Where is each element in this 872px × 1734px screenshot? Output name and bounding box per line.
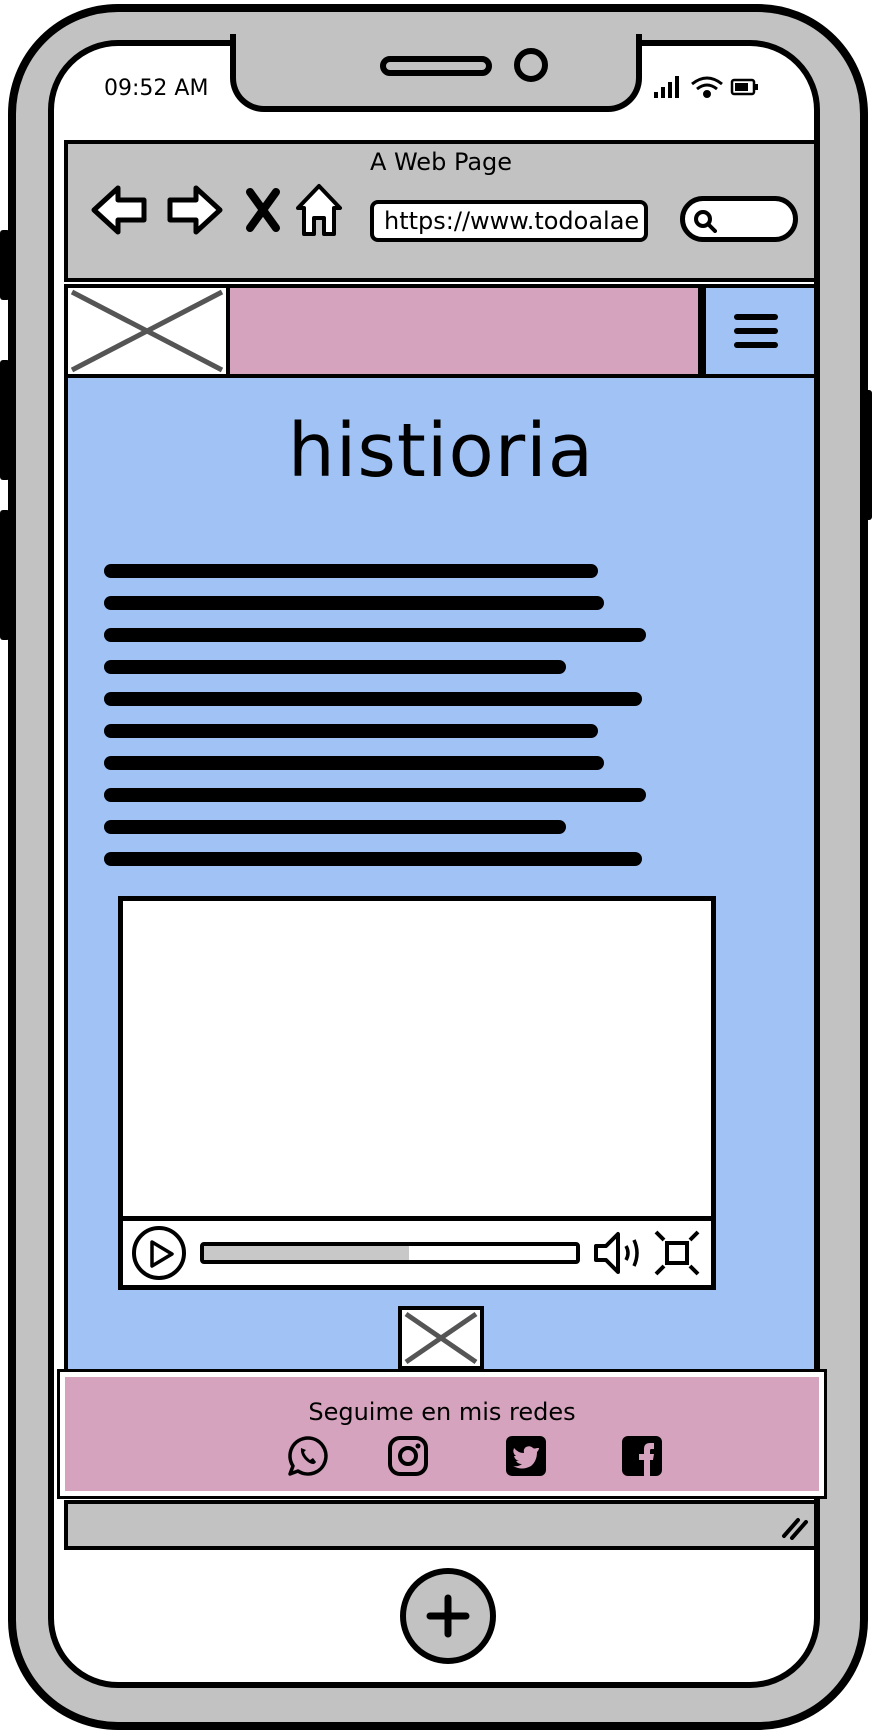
placeholder-text-line bbox=[104, 756, 604, 770]
earpiece-speaker bbox=[380, 56, 492, 76]
hamburger-menu-icon bbox=[734, 314, 778, 320]
status-icons bbox=[654, 76, 758, 98]
image-placeholder-icon bbox=[404, 1311, 478, 1365]
placeholder-text-line bbox=[104, 564, 598, 578]
plus-icon bbox=[426, 1594, 470, 1638]
play-icon bbox=[150, 1240, 174, 1268]
small-image-placeholder bbox=[398, 1306, 484, 1370]
browser-page-title: A Web Page bbox=[369, 148, 513, 176]
close-icon[interactable] bbox=[244, 182, 282, 238]
play-button[interactable] bbox=[132, 1226, 186, 1280]
volume-down-button bbox=[0, 510, 10, 640]
placeholder-text-line bbox=[104, 596, 604, 610]
placeholder-text-line bbox=[104, 628, 646, 642]
power-button bbox=[862, 390, 872, 520]
home-icon[interactable] bbox=[294, 182, 344, 238]
placeholder-text-line bbox=[104, 660, 566, 674]
placeholder-text-line bbox=[104, 724, 598, 738]
facebook-icon[interactable] bbox=[620, 1434, 664, 1478]
header-banner bbox=[230, 284, 702, 378]
browser-search-input[interactable] bbox=[680, 196, 798, 242]
hamburger-line bbox=[734, 342, 778, 348]
hamburger-line bbox=[734, 328, 778, 334]
volume-up-button bbox=[0, 360, 10, 480]
twitter-icon[interactable] bbox=[504, 1434, 548, 1478]
signal-icon bbox=[654, 76, 679, 98]
placeholder-text-line bbox=[104, 788, 646, 802]
placeholder-text-line bbox=[104, 820, 566, 834]
whatsapp-icon[interactable] bbox=[286, 1434, 330, 1478]
video-progress-fill bbox=[204, 1246, 409, 1260]
battery-icon bbox=[730, 78, 758, 96]
front-camera bbox=[514, 48, 548, 82]
resize-grip-icon[interactable] bbox=[780, 1514, 810, 1540]
footer-label: Seguime en mis redes bbox=[308, 1398, 576, 1426]
video-progress-bar[interactable] bbox=[200, 1242, 580, 1264]
placeholder-text-line bbox=[104, 852, 642, 866]
forward-arrow-icon[interactable] bbox=[164, 182, 224, 238]
device-home-button[interactable] bbox=[400, 1568, 496, 1664]
site-footer bbox=[57, 1369, 827, 1499]
site-logo-placeholder[interactable] bbox=[64, 284, 230, 378]
search-icon bbox=[694, 210, 717, 233]
placeholder-text-line bbox=[104, 692, 642, 706]
page-heading: histioria bbox=[287, 408, 595, 494]
volume-icon[interactable] bbox=[592, 1230, 644, 1276]
instagram-icon[interactable] bbox=[386, 1434, 430, 1478]
wifi-icon bbox=[691, 76, 723, 98]
back-arrow-icon[interactable] bbox=[90, 182, 150, 238]
status-time: 09:52 AM bbox=[104, 76, 209, 101]
browser-status-bar bbox=[64, 1500, 818, 1550]
mute-switch bbox=[0, 230, 10, 300]
url-input[interactable]: https://www.todoalae bbox=[370, 200, 648, 242]
image-placeholder-icon bbox=[70, 289, 224, 373]
fullscreen-icon[interactable] bbox=[652, 1228, 702, 1278]
